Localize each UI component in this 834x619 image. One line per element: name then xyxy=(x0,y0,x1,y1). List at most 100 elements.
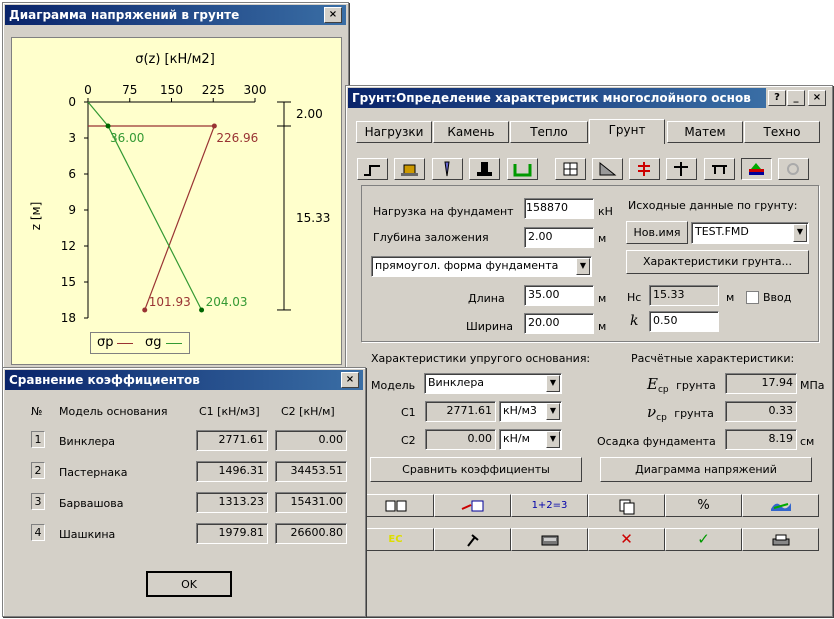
y-tick-label: 0 xyxy=(68,95,76,109)
soil-file-select[interactable]: TEST.FMD ▼ xyxy=(691,222,809,244)
diagram-window: Диаграмма напряжений в грунте × σ(z) [кН… xyxy=(2,2,349,376)
chevron-down-icon[interactable]: ▼ xyxy=(546,375,560,392)
c2-unit-value: кН/м xyxy=(503,432,530,445)
channel-icon[interactable] xyxy=(507,158,538,180)
ecp-value: 17.94 xyxy=(725,373,797,394)
soil-input-label: Исходные данные по грунту: xyxy=(628,199,798,212)
c1-unit-select[interactable]: кН/м3 ▼ xyxy=(499,401,562,422)
y-tick-label: 6 xyxy=(68,167,76,181)
close-icon[interactable]: × xyxy=(324,7,342,23)
tab-soil[interactable]: Грунт xyxy=(589,119,665,144)
building-icon[interactable] xyxy=(394,158,425,180)
length-label: Длина xyxy=(468,292,505,305)
printer-icon[interactable] xyxy=(742,528,819,551)
row-c2: 15431.00 xyxy=(275,492,347,513)
settlement-value: 8.19 xyxy=(725,429,797,450)
row-model: Шашкина xyxy=(59,528,116,541)
compare-coefficients-button[interactable]: Сравнить коэффициенты xyxy=(370,457,582,482)
row-c1: 1979.81 xyxy=(196,523,268,544)
help-button[interactable]: ? xyxy=(768,90,786,106)
depth-input[interactable]: 2.00 xyxy=(524,227,594,248)
load-input[interactable]: 158870 xyxy=(524,198,594,219)
sg-bottom-point xyxy=(199,307,205,313)
elastic-title: Характеристики упругого основания: xyxy=(371,352,591,365)
tab-stone[interactable]: Камень xyxy=(433,121,509,143)
soil-layers-icon[interactable] xyxy=(741,158,772,180)
row-c2: 0.00 xyxy=(275,430,347,451)
input-checkbox-label: Ввод xyxy=(763,291,792,304)
hammer-icon[interactable] xyxy=(434,528,511,551)
foundation-shape-select[interactable]: прямоугол. форма фундамента ▼ xyxy=(371,256,592,277)
x-tick-label: 300 xyxy=(244,83,267,97)
width-label: Ширина xyxy=(466,320,513,333)
input-checkbox[interactable] xyxy=(746,291,759,304)
ec-icon[interactable]: EC xyxy=(357,528,434,551)
soil-characteristics-button[interactable]: Характеристики грунта... xyxy=(626,250,809,274)
copy-icon[interactable] xyxy=(588,494,665,517)
row-c1: 2771.61 xyxy=(196,430,268,451)
chevron-down-icon[interactable]: ▼ xyxy=(546,431,560,448)
export-icon[interactable] xyxy=(434,494,511,517)
tab-math[interactable]: Матем xyxy=(667,121,743,143)
row-c2: 34453.51 xyxy=(275,461,347,482)
bridge-icon[interactable] xyxy=(704,158,735,180)
y-tick-label: 12 xyxy=(61,239,76,253)
tab-loads[interactable]: Нагрузки xyxy=(356,121,432,143)
pile-icon[interactable] xyxy=(432,158,463,180)
row-model: Пастернака xyxy=(59,466,128,479)
y-tick-label: 15 xyxy=(61,275,76,289)
foundation-step-icon[interactable] xyxy=(357,158,388,180)
row-c2: 26600.80 xyxy=(275,523,347,544)
grid-icon[interactable] xyxy=(555,158,586,180)
anchor-icon[interactable] xyxy=(666,158,697,180)
dimension-bottom-label: 15.33 xyxy=(296,211,330,225)
c2-unit-select[interactable]: кН/м ▼ xyxy=(499,429,562,450)
stress-diagram-button[interactable]: Диаграмма напряжений xyxy=(600,457,812,482)
legend-sg-swatch xyxy=(166,343,182,344)
close-icon[interactable]: × xyxy=(341,372,359,388)
tab-heat[interactable]: Тепло xyxy=(510,121,588,143)
ok-button[interactable]: OK xyxy=(146,571,232,597)
foundation-shape-value: прямоугол. форма фундамента xyxy=(375,259,559,272)
length-unit: м xyxy=(598,292,607,305)
cancel-icon[interactable]: ✕ xyxy=(588,528,665,551)
book-icon[interactable] xyxy=(357,494,434,517)
map-icon[interactable] xyxy=(742,494,819,517)
chart-legend: σp σg xyxy=(90,332,190,354)
sp-bottom-label: 101.93 xyxy=(149,295,191,309)
vcp-word: грунта xyxy=(674,407,714,420)
percent-button[interactable]: % xyxy=(665,494,742,517)
row-number: 2 xyxy=(31,462,45,479)
length-input[interactable]: 35.00 xyxy=(524,285,594,306)
hc-value: 15.33 xyxy=(649,285,719,306)
x-tick-label: 75 xyxy=(122,83,137,97)
calculator-icon[interactable] xyxy=(511,528,588,551)
width-input[interactable]: 20.00 xyxy=(524,313,594,334)
calc-title: Расчётные характеристики: xyxy=(631,352,795,365)
x-tick-label: 225 xyxy=(202,83,225,97)
chevron-down-icon[interactable]: ▼ xyxy=(576,258,590,275)
header-number: № xyxy=(31,405,43,418)
header-c1: C1 [кН/м3] xyxy=(199,405,260,418)
depth-label: Глубина заложения xyxy=(373,231,489,244)
close-icon[interactable]: × xyxy=(808,90,826,106)
compare-window-title: Сравнение коэффициентов xyxy=(5,370,363,390)
sum-button[interactable]: 1+2=3 xyxy=(511,494,588,517)
k-input[interactable]: 0.50 xyxy=(649,311,719,332)
c1-label: C1 xyxy=(401,406,416,419)
slope-icon[interactable] xyxy=(592,158,623,180)
column-icon[interactable] xyxy=(469,158,500,180)
chevron-down-icon[interactable]: ▼ xyxy=(793,224,807,242)
sp-bottom-point xyxy=(142,307,148,313)
main-window-title: Грунт:Определение характеристик многосло… xyxy=(348,88,766,108)
minimize-button[interactable]: _ xyxy=(787,90,805,106)
chart-title: σ(z) [кН/м2] xyxy=(135,52,215,67)
tree-icon[interactable] xyxy=(629,158,660,180)
confirm-icon[interactable]: ✓ xyxy=(665,528,742,551)
model-select[interactable]: Винклера ▼ xyxy=(424,373,562,394)
tab-techno[interactable]: Техно xyxy=(744,121,820,143)
vcp-symbol: ν xyxy=(647,403,657,421)
new-name-button[interactable]: Нов.имя xyxy=(626,221,688,244)
sg-top-point xyxy=(105,123,111,129)
chevron-down-icon[interactable]: ▼ xyxy=(546,403,560,420)
